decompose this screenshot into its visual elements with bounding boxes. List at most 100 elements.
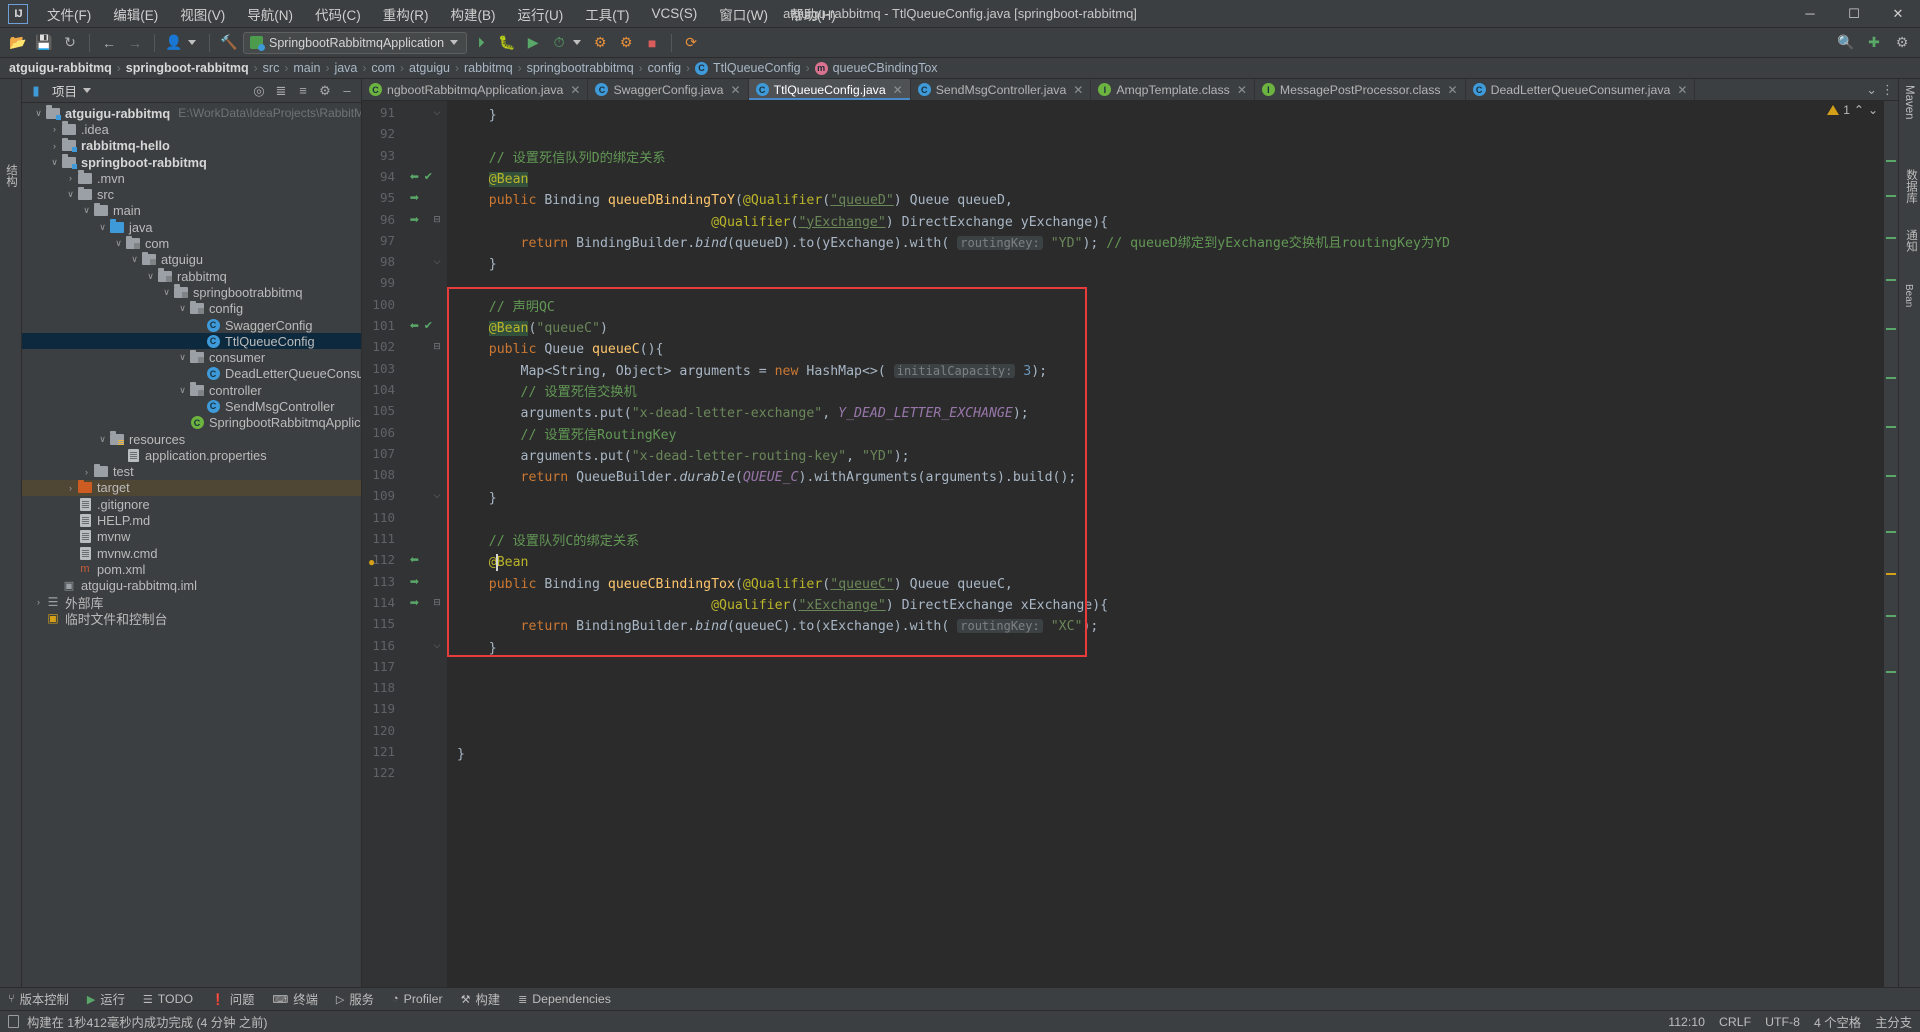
error-stripe-marker-column[interactable] <box>1884 101 1898 987</box>
chevron-down-icon[interactable]: ∨ <box>80 205 93 216</box>
back-icon[interactable]: ← <box>97 31 121 55</box>
breadcrumb-item-springbootrabbitmq[interactable]: springbootrabbitmq <box>524 61 637 75</box>
error-stripe-mark[interactable] <box>1886 237 1896 239</box>
code-line-103[interactable]: Map<String, Object> arguments = new Hash… <box>457 361 1047 382</box>
chevron-down-icon[interactable]: ∨ <box>96 222 109 233</box>
tree-node-临时文件和控制台[interactable]: ▣ 临时文件和控制台 <box>22 610 361 627</box>
line-separator[interactable]: CRLF <box>1719 1015 1751 1029</box>
tool-window-TODO[interactable]: ☰ TODO <box>143 992 193 1006</box>
menu-item-9[interactable]: VCS(S) <box>641 2 709 25</box>
breadcrumb-item-src[interactable]: src <box>260 61 283 75</box>
breadcrumb-item-atguigu[interactable]: atguigu <box>406 61 453 75</box>
gutter-check-icon[interactable]: ✔ <box>424 319 433 332</box>
tree-node-SendMsgController[interactable]: C SendMsgController <box>22 398 361 414</box>
search-everywhere-icon[interactable]: 🔍 <box>1834 31 1858 55</box>
chevron-down-icon[interactable]: ∨ <box>176 385 189 396</box>
breadcrumb-item-java[interactable]: java <box>331 61 360 75</box>
code-line-114[interactable]: @Qualifier("xExchange") DirectExchange x… <box>457 595 1108 616</box>
tree-node-springbootrabbitmq[interactable]: ∨ springbootrabbitmq <box>22 284 361 300</box>
code-line-111[interactable]: // 设置队列C的绑定关系 <box>457 531 639 552</box>
tool-window-服务[interactable]: ▷ 服务 <box>336 990 374 1008</box>
error-stripe-mark[interactable] <box>1886 377 1896 379</box>
tree-node-rabbitmq[interactable]: ∨ rabbitmq <box>22 268 361 284</box>
expand-all-icon[interactable]: ≣ <box>271 81 291 101</box>
chevron-down-icon[interactable] <box>573 40 582 45</box>
chevron-right-icon[interactable]: › <box>48 141 61 151</box>
tree-node-test[interactable]: › test <box>22 463 361 480</box>
code-line-109[interactable]: } <box>457 488 497 509</box>
gutter-bean-icon[interactable]: ⬅ <box>410 170 419 183</box>
tool-window-运行[interactable]: ▶ 运行 <box>87 990 125 1008</box>
tree-node-java[interactable]: ∨ java <box>22 219 361 235</box>
gutter-bean-go-icon[interactable]: ➡ <box>410 213 419 226</box>
code-line-95[interactable]: public Binding queueDBindingToY(@Qualifi… <box>457 190 1013 211</box>
tree-node-.mvn[interactable]: › .mvn <box>22 170 361 186</box>
error-stripe-mark[interactable] <box>1886 195 1896 197</box>
chevron-down-icon[interactable]: ∨ <box>128 254 141 265</box>
fold-start-icon[interactable]: ⊟ <box>431 341 443 352</box>
editor-tab-bar[interactable]: CngbootRabbitmqApplication.java ✕ C Swagger… <box>362 79 1898 101</box>
inspection-widget[interactable]: 1 ⌃ ⌄ <box>1827 103 1878 117</box>
chevron-down-icon[interactable]: ∨ <box>176 303 189 314</box>
caret-position[interactable]: 112:10 <box>1668 1015 1705 1029</box>
code-line-97[interactable]: return BindingBuilder.bind(queueD).to(yE… <box>457 233 1450 254</box>
tree-node-SwaggerConfig[interactable]: C SwaggerConfig <box>22 317 361 333</box>
code-line-116[interactable]: } <box>457 638 497 659</box>
code-line-91[interactable]: } <box>457 105 497 126</box>
rail-item-database[interactable]: 数据库 <box>1903 169 1919 204</box>
code-text[interactable]: } // 设置死信队列D的绑定关系 @Bean public Binding q… <box>447 101 1884 987</box>
tree-node-com[interactable]: ∨ com <box>22 235 361 251</box>
error-stripe-mark[interactable] <box>1886 160 1896 162</box>
editor-tab-SendMsgController.java[interactable]: C SendMsgController.java ✕ <box>911 79 1092 100</box>
tree-node-TtlQueueConfig[interactable]: C TtlQueueConfig <box>22 333 361 350</box>
settings-icon[interactable]: ⚙ <box>1890 31 1914 55</box>
menu-item-5[interactable]: 重构(R) <box>372 0 440 28</box>
run-configuration-selector[interactable]: SpringbootRabbitmqApplication <box>243 31 468 54</box>
error-stripe-mark[interactable] <box>1886 426 1896 428</box>
tree-node-application.properties[interactable]: application.properties <box>22 447 361 463</box>
stop-icon[interactable]: ■ <box>640 31 664 55</box>
breadcrumb-item-atguigu-rabbitmq[interactable]: atguigu-rabbitmq <box>6 61 115 75</box>
tool-window-问题[interactable]: ❗ 问题 <box>211 990 254 1008</box>
menu-item-11[interactable]: 帮助(H) <box>779 0 847 28</box>
stop-gradle-icon[interactable]: ⚙ <box>614 31 638 55</box>
breadcrumb-item-queueCBindingTox[interactable]: m queueCBindingTox <box>812 61 941 75</box>
tree-node-atguigu[interactable]: ∨ atguigu <box>22 251 361 268</box>
tree-node-rabbitmq-hello[interactable]: › rabbitmq-hello <box>22 137 361 154</box>
build-project-icon[interactable]: ⟳ <box>679 31 703 55</box>
tree-node-HELP.md[interactable]: HELP.md <box>22 512 361 528</box>
error-stripe-mark[interactable] <box>1886 279 1896 281</box>
fold-start-icon[interactable]: ⊟ <box>431 214 443 225</box>
chevron-down-icon[interactable]: ∨ <box>96 434 109 445</box>
chevron-right-icon[interactable]: › <box>32 597 45 607</box>
error-stripe-mark[interactable] <box>1886 531 1896 533</box>
code-line-100[interactable]: // 声明QC <box>457 297 555 318</box>
tree-node-resources[interactable]: ∨ resources <box>22 431 361 447</box>
tree-node-DeadLetterQueueConsumer[interactable]: C DeadLetterQueueConsumer <box>22 366 361 382</box>
breadcrumb-item-TtlQueueConfig[interactable]: C TtlQueueConfig <box>692 61 804 75</box>
close-tab-icon[interactable]: ✕ <box>570 83 580 97</box>
fold-end-icon[interactable]: ⌵ <box>431 256 443 267</box>
tree-node-.gitignore[interactable]: .gitignore <box>22 496 361 512</box>
code-line-98[interactable]: } <box>457 254 497 275</box>
tool-window-终端[interactable]: ⌨ 终端 <box>272 990 318 1008</box>
chevron-right-icon[interactable]: › <box>48 124 61 134</box>
tree-node-src[interactable]: ∨ src <box>22 186 361 202</box>
editor-tab-MessagePostProcessor.class[interactable]: I MessagePostProcessor.class ✕ <box>1255 79 1466 100</box>
project-tree[interactable]: ∨ atguigu-rabbitmq E:\WorkData\IdeaProject… <box>22 103 361 987</box>
tree-node-mvnw[interactable]: mvnw <box>22 529 361 545</box>
locate-icon[interactable]: ◎ <box>249 81 269 101</box>
menu-item-3[interactable]: 导航(N) <box>236 0 304 28</box>
tree-node-springboot-rabbitmq[interactable]: ∨ springboot-rabbitmq <box>22 154 361 170</box>
gutter-bean-go-icon[interactable]: ➡ <box>410 575 419 588</box>
menu-item-6[interactable]: 构建(B) <box>440 0 507 28</box>
editor-gutter[interactable]: 91 ⌵ 92 93 94 ⬅ ✔ 95 ➡ 96 ➡ ⊟ 97 98 ⌵ 99 100 101 ⬅ ✔ 102 ⊟ 103… <box>362 101 447 987</box>
code-line-107[interactable]: arguments.put("x-dead-letter-routing-key… <box>457 446 910 467</box>
code-line-106[interactable]: // 设置死信RoutingKey <box>457 425 677 446</box>
forward-icon[interactable]: → <box>123 31 147 55</box>
chevron-down-icon[interactable]: ∨ <box>64 189 77 200</box>
code-line-94[interactable]: @Bean <box>457 169 529 190</box>
close-tab-icon[interactable]: ✕ <box>893 83 903 97</box>
breadcrumb-item-config[interactable]: config <box>645 61 684 75</box>
open-project-icon[interactable]: 📂 <box>6 31 30 55</box>
